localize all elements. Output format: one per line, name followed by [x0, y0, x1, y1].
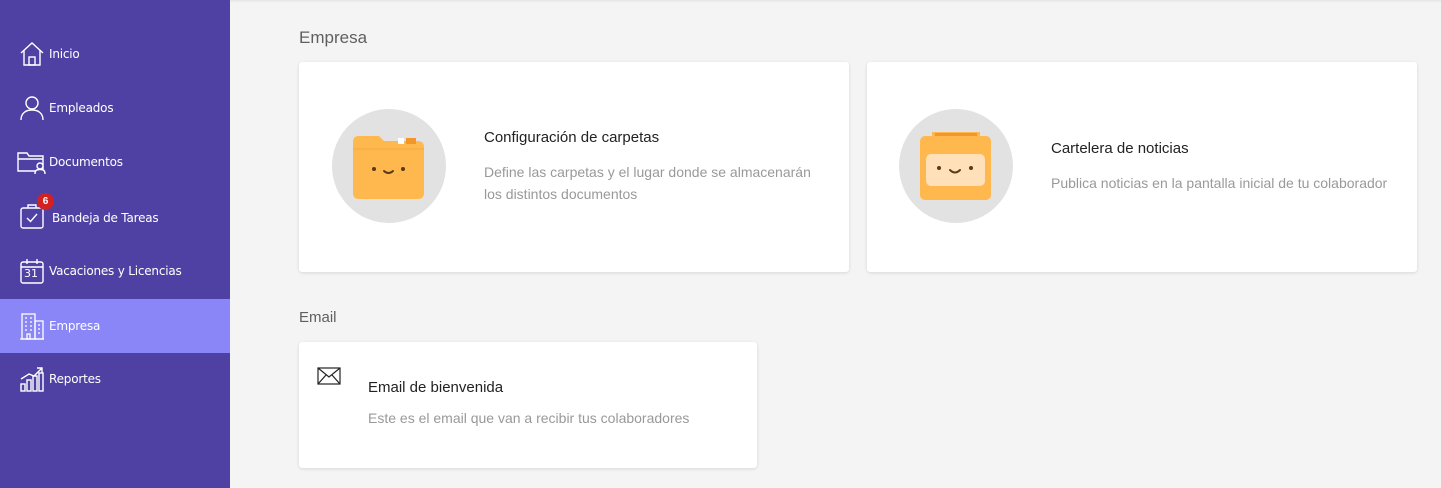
folder-user-icon — [17, 147, 47, 177]
sidebar: Inicio Empleados Documentos 6 Bandeja de… — [0, 0, 230, 488]
user-icon — [17, 93, 47, 123]
section-title-empresa: Empresa — [299, 28, 368, 47]
card-title: Configuración de carpetas — [484, 129, 660, 146]
calendar-icon: 31 — [17, 256, 47, 286]
sidebar-item-label: Inicio — [49, 47, 80, 61]
sidebar-item-label: Documentos — [49, 155, 123, 169]
card-title: Email de bienvenida — [368, 379, 504, 396]
home-icon — [17, 39, 47, 69]
sidebar-item-inicio[interactable]: Inicio — [0, 27, 230, 81]
card-description: Publica noticias en la pantalla inicial … — [1051, 175, 1388, 191]
sidebar-item-bandeja-de-tareas[interactable]: 6 Bandeja de Tareas — [0, 189, 230, 243]
sidebar-item-label: Vacaciones y Licencias — [49, 264, 182, 278]
card-description: Este es el email que van a recibir tus c… — [368, 410, 690, 426]
folder-face-icon — [332, 109, 446, 223]
sidebar-item-empleados[interactable]: Empleados — [0, 81, 230, 135]
sidebar-item-documentos[interactable]: Documentos — [0, 135, 230, 189]
card-title: Cartelera de noticias — [1051, 140, 1189, 157]
sidebar-item-label: Empresa — [49, 319, 101, 333]
building-icon — [17, 311, 47, 341]
topbar-divider — [230, 0, 1441, 3]
sidebar-item-label: Empleados — [49, 101, 114, 115]
chart-growth-icon — [17, 364, 47, 394]
board-face-icon — [899, 109, 1013, 223]
sidebar-item-empresa[interactable]: Empresa — [0, 299, 230, 353]
sidebar-item-vacaciones-y-licencias[interactable]: 31 Vacaciones y Licencias — [0, 244, 230, 298]
sidebar-item-label: Reportes — [49, 372, 101, 386]
card-cartelera-noticias[interactable]: Cartelera de noticias Publica noticias e… — [867, 62, 1417, 272]
card-description: Define las carpetas y el lugar donde se … — [484, 164, 811, 202]
calendar-day-number: 31 — [24, 267, 38, 280]
envelope-icon — [317, 367, 341, 390]
sidebar-item-reportes[interactable]: Reportes — [0, 352, 230, 406]
section-title-email: Email — [299, 309, 337, 326]
card-email-bienvenida[interactable]: Email de bienvenida Este es el email que… — [299, 342, 757, 468]
sidebar-item-label: Bandeja de Tareas — [52, 211, 159, 225]
task-count-badge: 6 — [37, 193, 54, 210]
card-configuracion-carpetas[interactable]: Configuración de carpetas Define las car… — [299, 62, 849, 272]
